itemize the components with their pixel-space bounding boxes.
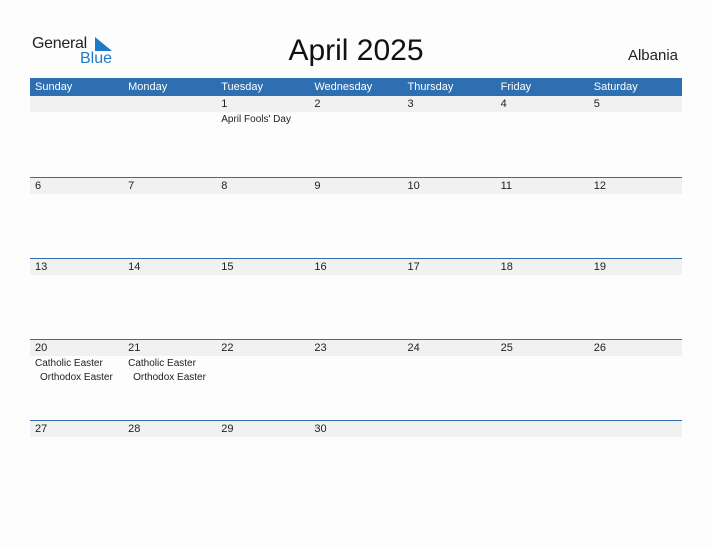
day-number: 3 [407, 98, 414, 110]
weekday-monday: Monday [128, 81, 168, 93]
day-cell [30, 96, 123, 176]
day-number: 4 [500, 98, 507, 110]
day-cell [496, 421, 589, 501]
day-cell: 11 [496, 178, 589, 258]
week-row: 6 7 8 9 10 11 12 [30, 177, 682, 258]
day-number: 30 [314, 423, 327, 435]
day-cell: 21 Catholic Easter Orthodox Easter [123, 340, 216, 420]
weekday-header: Sunday Monday Tuesday Wednesday Thursday… [30, 78, 682, 96]
week-row: 13 14 15 16 17 18 19 [30, 258, 682, 339]
day-cell: 28 [123, 421, 216, 501]
day-cell: 17 [403, 259, 496, 339]
day-cell: 15 [216, 259, 309, 339]
day-number: 6 [35, 180, 42, 192]
day-number: 11 [500, 180, 513, 192]
day-events: Catholic Easter Orthodox Easter [35, 357, 113, 384]
day-cell: 1 April Fools' Day [216, 96, 309, 176]
day-cell: 10 [403, 178, 496, 258]
day-cell: 3 [403, 96, 496, 176]
day-number: 27 [35, 423, 48, 435]
day-cell: 8 [216, 178, 309, 258]
day-number: 9 [314, 180, 321, 192]
country-label: Albania [627, 47, 678, 64]
day-cell: 12 [589, 178, 682, 258]
weekday-wednesday: Wednesday [314, 81, 373, 93]
day-number: 10 [407, 180, 420, 192]
weekday-sunday: Sunday [35, 81, 73, 93]
day-number: 26 [593, 342, 606, 354]
day-number: 22 [221, 342, 234, 354]
day-number: 18 [500, 261, 513, 273]
day-cell: 24 [403, 340, 496, 420]
holiday-event: Orthodox Easter [133, 371, 206, 383]
day-number: 20 [35, 342, 48, 354]
day-number: 17 [407, 261, 420, 273]
day-number: 19 [593, 261, 606, 273]
day-cell: 30 [309, 421, 402, 501]
calendar-grid: Sunday Monday Tuesday Wednesday Thursday… [30, 78, 682, 501]
day-number: 1 [221, 98, 228, 110]
day-cell: 16 [309, 259, 402, 339]
day-events: Catholic Easter Orthodox Easter [128, 357, 206, 384]
holiday-event: April Fools' Day [221, 114, 291, 125]
day-cell: 9 [309, 178, 402, 258]
day-cell: 6 [30, 178, 123, 258]
day-number: 14 [128, 261, 141, 273]
day-cell: 14 [123, 259, 216, 339]
day-number: 28 [128, 423, 141, 435]
day-cell: 23 [309, 340, 402, 420]
weekday-friday: Friday [500, 81, 532, 93]
day-cell: 13 [30, 259, 123, 339]
week-row: 27 28 29 30 [30, 420, 682, 501]
day-number: 29 [221, 423, 234, 435]
day-number: 2 [314, 98, 321, 110]
day-number: 23 [314, 342, 327, 354]
day-cell: 5 [589, 96, 682, 176]
day-cell: 7 [123, 178, 216, 258]
holiday-event: Orthodox Easter [40, 371, 113, 383]
week-cells: 6 7 8 9 10 11 12 [30, 178, 682, 258]
day-cell: 2 [309, 96, 402, 176]
day-number: 16 [314, 261, 327, 273]
week-row: 1 April Fools' Day 2 3 4 5 [30, 96, 682, 177]
day-cell [403, 421, 496, 501]
day-number: 21 [128, 342, 141, 354]
day-cell: 20 Catholic Easter Orthodox Easter [30, 340, 123, 420]
week-cells: 1 April Fools' Day 2 3 4 5 [30, 96, 682, 176]
weeks-container: 1 April Fools' Day 2 3 4 5 6 7 8 9 10 11 12 13 14 15 16 1… [30, 96, 682, 501]
week-cells: 13 14 15 16 17 18 19 [30, 259, 682, 339]
day-number: 5 [593, 98, 600, 110]
day-number: 8 [221, 180, 228, 192]
day-number: 13 [35, 261, 48, 273]
weekday-saturday: Saturday [593, 81, 638, 93]
day-cell: 19 [589, 259, 682, 339]
day-cell: 29 [216, 421, 309, 501]
day-cell [589, 421, 682, 501]
day-events: April Fools' Day [221, 113, 291, 127]
day-number: 7 [128, 180, 135, 192]
holiday-event: Catholic Easter [35, 358, 103, 369]
holiday-event: Catholic Easter [128, 358, 196, 369]
day-number: 25 [500, 342, 513, 354]
day-cell [123, 96, 216, 176]
day-cell: 4 [496, 96, 589, 176]
week-cells: 27 28 29 30 [30, 421, 682, 501]
day-cell: 26 [589, 340, 682, 420]
day-cell: 27 [30, 421, 123, 501]
day-number: 12 [593, 180, 606, 192]
week-cells: 20 Catholic Easter Orthodox Easter 21 Cathol… [30, 340, 682, 420]
weekday-thursday: Thursday [407, 81, 454, 93]
day-cell: 25 [496, 340, 589, 420]
week-row: 20 Catholic Easter Orthodox Easter 21 Cathol… [30, 339, 682, 420]
day-number: 24 [407, 342, 420, 354]
day-cell: 22 [216, 340, 309, 420]
weekday-tuesday: Tuesday [221, 81, 264, 93]
day-number: 15 [221, 261, 234, 273]
calendar-title: April 2025 [288, 34, 424, 67]
day-cell: 18 [496, 259, 589, 339]
